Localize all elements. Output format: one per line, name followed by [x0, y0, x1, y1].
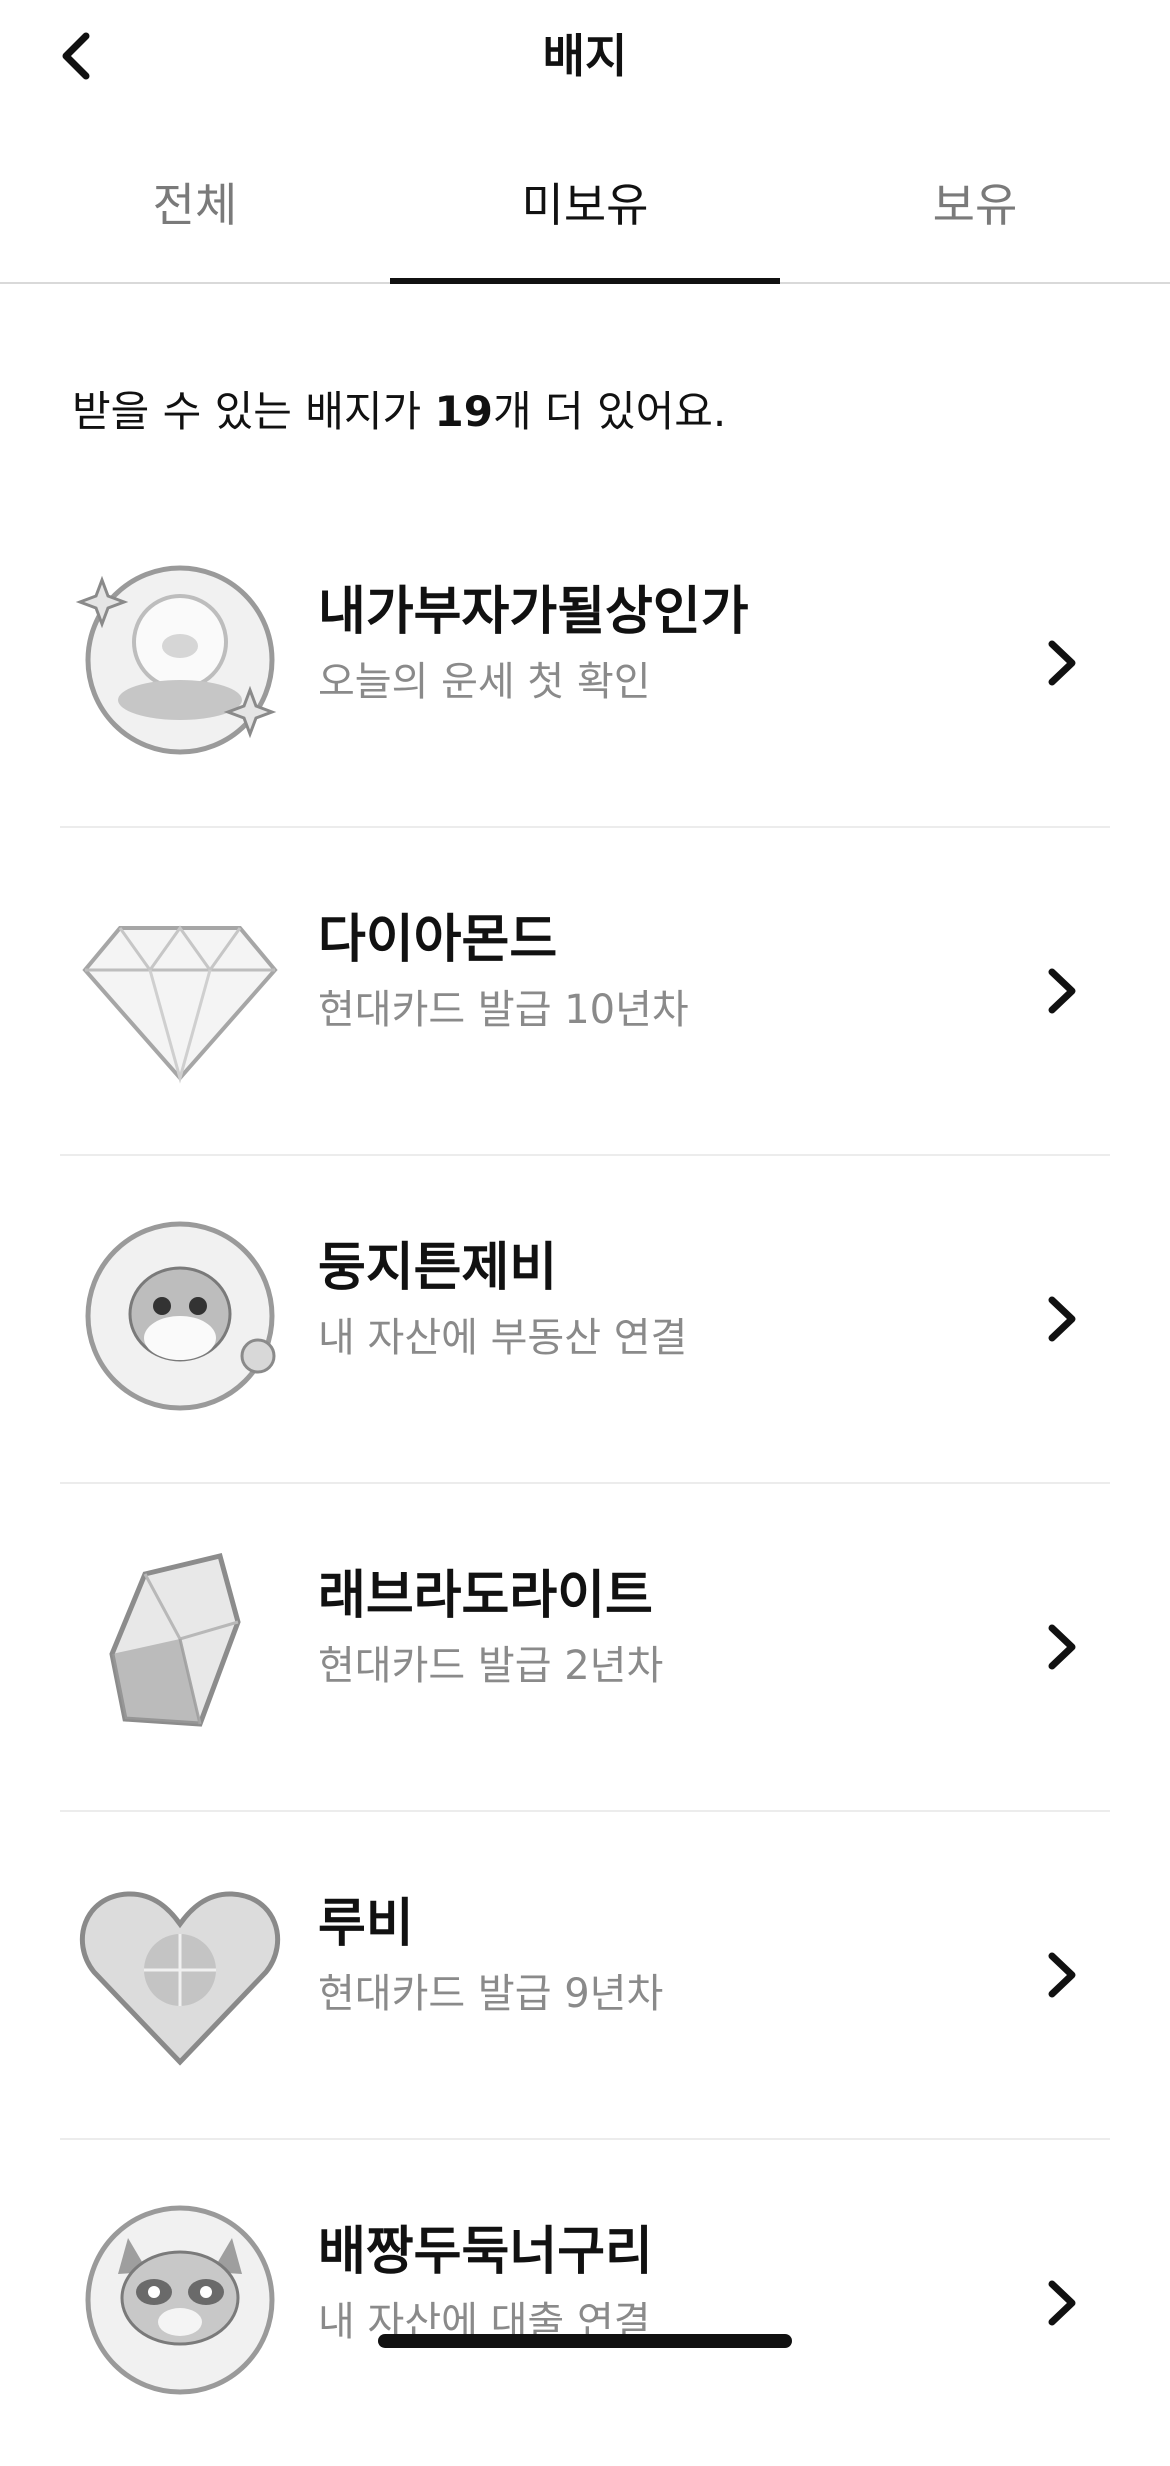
- badge-description: 내 자산에 부동산 연결: [318, 1315, 688, 1361]
- summary-suffix: 개 더 있어요.: [492, 387, 727, 436]
- summary-count: 19: [434, 387, 493, 436]
- badge-name: 둥지튼제비: [318, 1238, 558, 1298]
- crystal-ball-icon: [70, 550, 290, 770]
- summary-text: 받을 수 있는 배지가 19개 더 있어요.: [72, 380, 726, 444]
- page-title: 배지: [542, 29, 628, 83]
- tab-not-owned[interactable]: 미보유: [390, 140, 780, 284]
- chevron-right-icon: [1048, 968, 1076, 1014]
- tab-all[interactable]: 전체: [0, 140, 390, 282]
- swallow-character-icon: [70, 1206, 290, 1426]
- badge-name: 다이아몬드: [318, 910, 558, 970]
- tab-owned[interactable]: 보유: [780, 140, 1170, 282]
- badge-item[interactable]: 루비 현대카드 발급 9년차: [60, 1812, 1110, 2140]
- chevron-right-icon: [1048, 1296, 1076, 1342]
- home-indicator[interactable]: [378, 2334, 792, 2348]
- badge-item[interactable]: 둥지튼제비 내 자산에 부동산 연결: [60, 1156, 1110, 1484]
- chevron-right-icon: [1048, 1952, 1076, 1998]
- badge-name: 내가부자가될상인가: [318, 582, 749, 642]
- badge-name: 래브라도라이트: [318, 1566, 653, 1626]
- badge-name: 루비: [318, 1894, 414, 1954]
- badge-list: 내가부자가될상인가 오늘의 운세 첫 확인 다이아몬드 현대카드 발급 10년차: [60, 500, 1110, 2466]
- badge-description: 현대카드 발급 2년차: [318, 1643, 664, 1689]
- badge-description: 현대카드 발급 9년차: [318, 1971, 664, 2017]
- badge-item[interactable]: 내가부자가될상인가 오늘의 운세 첫 확인: [60, 500, 1110, 828]
- badge-item[interactable]: 래브라도라이트 현대카드 발급 2년차: [60, 1484, 1110, 1812]
- badge-item[interactable]: 다이아몬드 현대카드 발급 10년차: [60, 828, 1110, 1156]
- chevron-right-icon: [1048, 640, 1076, 686]
- gem-crystal-icon: [70, 1534, 290, 1754]
- badge-description: 오늘의 운세 첫 확인: [318, 659, 651, 705]
- badge-item[interactable]: 배짱두둑너구리 내 자산에 대출 연결: [60, 2140, 1110, 2466]
- chevron-right-icon: [1048, 1624, 1076, 1670]
- heart-gem-icon: [70, 1862, 290, 2082]
- badge-name: 배짱두둑너구리: [318, 2222, 653, 2282]
- header: 배지: [0, 0, 1170, 110]
- raccoon-character-icon: [70, 2190, 290, 2410]
- summary-prefix: 받을 수 있는 배지가: [72, 387, 435, 436]
- tab-bar: 전체 미보유 보유: [0, 140, 1170, 284]
- badge-description: 현대카드 발급 10년차: [318, 987, 689, 1033]
- chevron-right-icon: [1048, 2280, 1076, 2326]
- diamond-icon: [70, 878, 290, 1098]
